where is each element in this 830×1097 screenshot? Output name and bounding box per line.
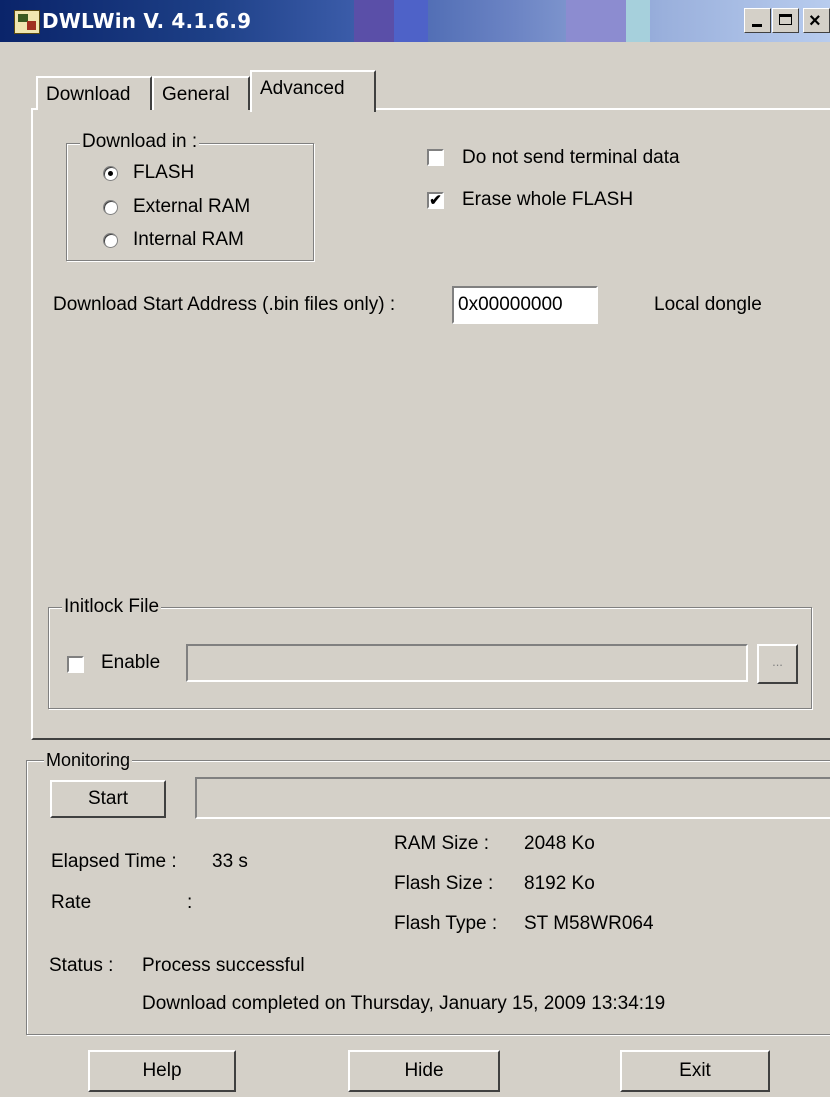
minimize-icon[interactable] xyxy=(744,8,771,33)
ram-size-value: 2048 Ko xyxy=(524,833,595,854)
exit-button-label: Exit xyxy=(679,1060,711,1081)
monitoring-start-button[interactable]: Start xyxy=(50,780,166,818)
flash-type-label: Flash Type : xyxy=(394,913,498,934)
window-title: DWLWin V. 4.1.6.9 xyxy=(42,9,252,33)
status-value: Process successful xyxy=(142,955,305,976)
no-terminal-label: Do not send terminal data xyxy=(462,147,680,168)
monitoring-legend: Monitoring xyxy=(44,750,133,771)
radio-flash-label: FLASH xyxy=(133,162,195,183)
erase-flash-label: Erase whole FLASH xyxy=(462,189,634,210)
dongle-label: Local dongle xyxy=(654,294,762,315)
help-button-label: Help xyxy=(142,1060,182,1081)
initlock-browse-label: ... xyxy=(772,654,783,669)
tab-download-label: Download xyxy=(46,84,131,105)
rate-separator: : xyxy=(187,892,193,913)
tab-general-label: General xyxy=(162,84,230,105)
close-icon[interactable]: × xyxy=(803,8,830,33)
no-terminal-checkbox[interactable] xyxy=(427,149,444,166)
tab-advanced[interactable]: Advanced xyxy=(250,70,376,112)
radio-external-ram-label: External RAM xyxy=(133,196,251,217)
elapsed-time-value: 33 s xyxy=(212,851,248,872)
exit-button[interactable]: Exit xyxy=(620,1050,770,1092)
download-in-legend: Download in : xyxy=(80,131,200,153)
initlock-path-field[interactable] xyxy=(186,644,748,682)
start-address-input[interactable]: 0x00000000 xyxy=(452,286,598,324)
hide-button[interactable]: Hide xyxy=(348,1050,500,1092)
initlock-enable-checkbox[interactable] xyxy=(67,656,84,673)
ram-size-label: RAM Size : xyxy=(394,833,490,854)
monitoring-progress-bar xyxy=(195,777,830,819)
start-address-value: 0x00000000 xyxy=(458,294,563,315)
tab-advanced-label: Advanced xyxy=(260,78,345,99)
initlock-legend: Initlock File xyxy=(62,596,162,618)
status-label: Status : xyxy=(49,955,114,976)
start-address-label: Download Start Address (.bin files only)… xyxy=(53,294,396,315)
initlock-enable-label: Enable xyxy=(101,652,161,673)
flash-size-label: Flash Size : xyxy=(394,873,494,894)
monitoring-start-label: Start xyxy=(87,788,129,809)
maximize-icon[interactable] xyxy=(772,8,799,33)
download-completed-text: Download completed on Thursday, January … xyxy=(142,993,666,1014)
flash-type-value: ST M58WR064 xyxy=(524,913,654,934)
erase-flash-checkbox[interactable]: ✔ xyxy=(427,192,444,209)
help-button[interactable]: Help xyxy=(88,1050,236,1092)
radio-internal-ram-label: Internal RAM xyxy=(133,229,244,250)
hide-button-label: Hide xyxy=(404,1060,444,1081)
radio-flash[interactable] xyxy=(103,166,118,181)
tab-general[interactable]: General xyxy=(152,76,250,110)
radio-internal-ram[interactable] xyxy=(103,233,118,248)
rate-label: Rate xyxy=(51,892,92,913)
tab-download[interactable]: Download xyxy=(36,76,152,110)
radio-external-ram[interactable] xyxy=(103,200,118,215)
flash-size-value: 8192 Ko xyxy=(524,873,595,894)
app-icon[interactable] xyxy=(14,10,40,34)
elapsed-time-label: Elapsed Time : xyxy=(51,851,177,872)
initlock-browse-button[interactable]: ... xyxy=(757,644,798,684)
